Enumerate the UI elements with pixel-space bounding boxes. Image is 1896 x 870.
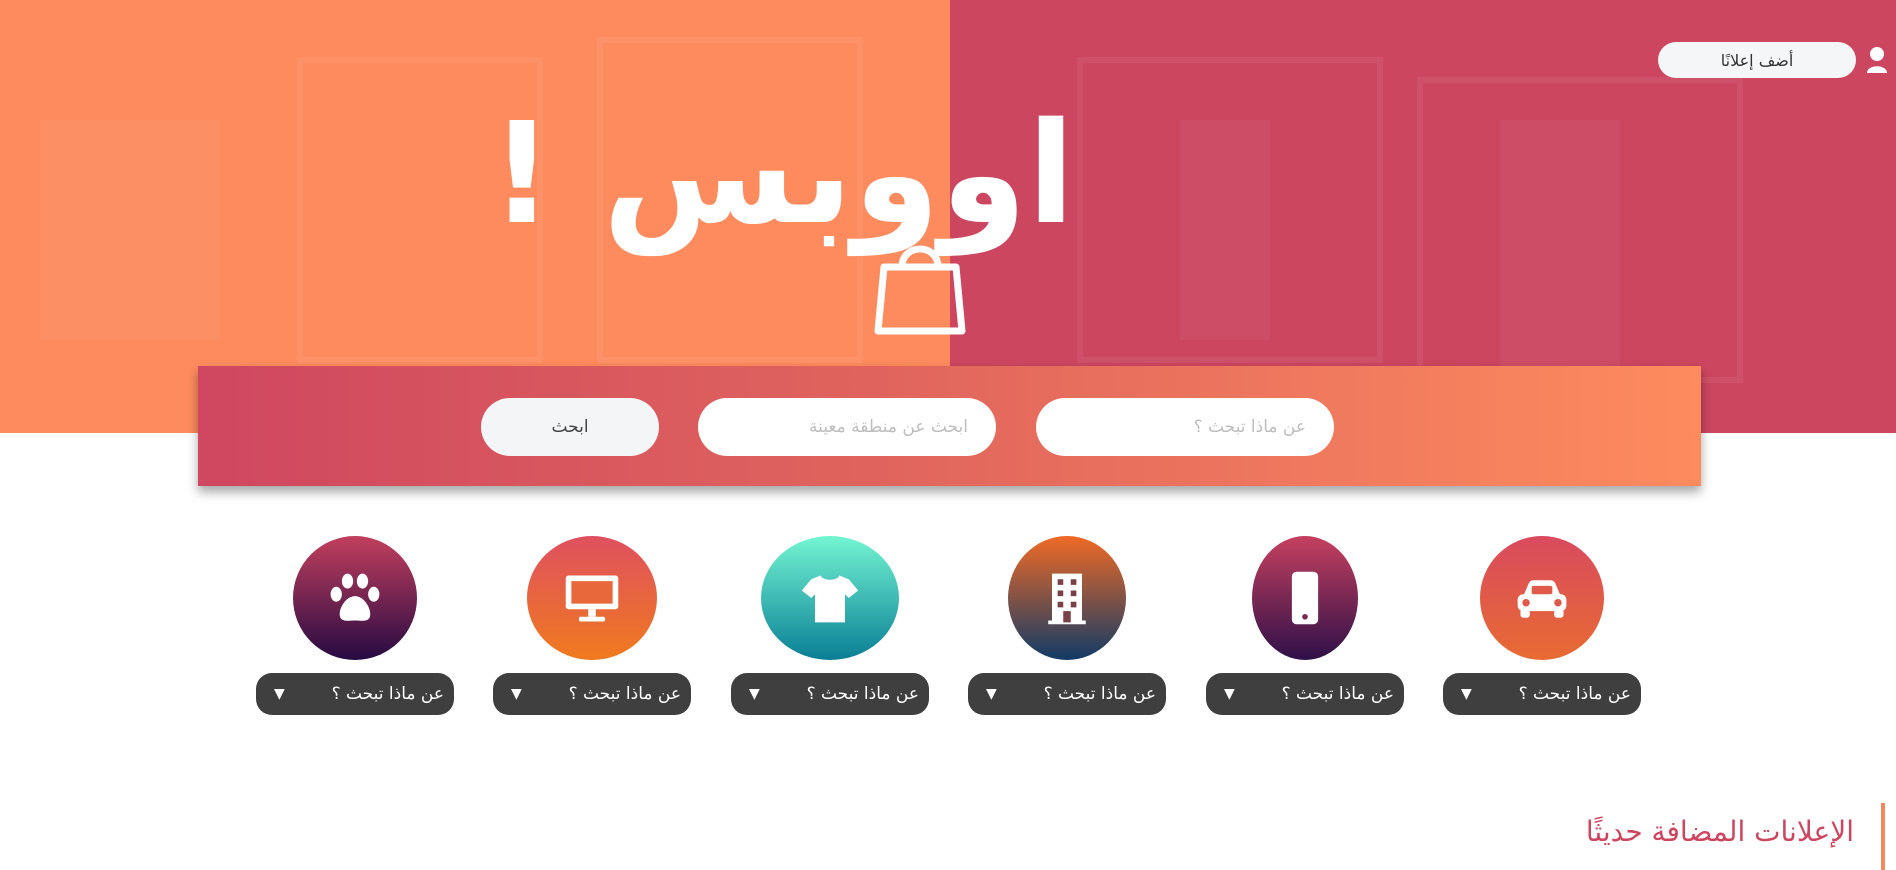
- tshirt-icon: [801, 575, 859, 623]
- chevron-down-icon: ▼: [511, 686, 522, 702]
- category-pets-circle[interactable]: [293, 536, 417, 660]
- paw-icon: [330, 573, 380, 621]
- search-area-input[interactable]: [698, 398, 996, 456]
- category-mobiles-circle[interactable]: [1252, 536, 1358, 660]
- category-dropdown[interactable]: عن ماذا تبحث ؟ ▼: [968, 673, 1166, 715]
- category-mobiles: عن ماذا تبحث ؟ ▼: [1206, 536, 1404, 716]
- category-dropdown-label: عن ماذا تبحث ؟: [806, 684, 919, 704]
- category-dropdown[interactable]: عن ماذا تبحث ؟ ▼: [493, 673, 691, 715]
- top-bar: أضف إعلانًا: [1658, 40, 1896, 80]
- search-panel: ابحث: [198, 366, 1701, 486]
- logo-text: اووبس !: [489, 93, 1075, 256]
- chevron-down-icon: ▼: [749, 686, 760, 702]
- site-logo[interactable]: اووبس !: [490, 90, 1090, 340]
- category-dropdown[interactable]: عن ماذا تبحث ؟ ▼: [1206, 673, 1404, 715]
- car-icon: [1517, 580, 1567, 618]
- chevron-down-icon: ▼: [986, 686, 997, 702]
- building-icon: [1048, 573, 1086, 625]
- category-electronics: عن ماذا تبحث ؟ ▼: [493, 536, 691, 716]
- category-dropdown-label: عن ماذا تبحث ؟: [1281, 684, 1394, 704]
- recent-ads-heading: الإعلانات المضافة حديثًا: [1585, 815, 1854, 848]
- category-dropdown[interactable]: عن ماذا تبحث ؟ ▼: [256, 673, 454, 715]
- category-pets: عن ماذا تبحث ؟ ▼: [256, 536, 454, 716]
- category-dropdown[interactable]: عن ماذا تبحث ؟ ▼: [731, 673, 929, 715]
- category-cars-circle[interactable]: [1480, 536, 1604, 660]
- category-dropdown-label: عن ماذا تبحث ؟: [331, 684, 444, 704]
- chevron-down-icon: ▼: [1461, 686, 1472, 702]
- search-button[interactable]: ابحث: [481, 398, 659, 456]
- mobile-phone-icon: [1291, 571, 1319, 625]
- categories-row: عن ماذا تبحث ؟ ▼ عن ماذا تبحث ؟ ▼ عن ماذ…: [0, 536, 1896, 736]
- user-icon[interactable]: [1866, 46, 1888, 74]
- category-cars: عن ماذا تبحث ؟ ▼: [1443, 536, 1641, 716]
- search-what-input[interactable]: [1036, 398, 1334, 456]
- chevron-down-icon: ▼: [274, 686, 285, 702]
- category-dropdown[interactable]: عن ماذا تبحث ؟ ▼: [1443, 673, 1641, 715]
- category-dropdown-label: عن ماذا تبحث ؟: [1518, 684, 1631, 704]
- category-electronics-circle[interactable]: [527, 536, 657, 660]
- section-accent-bar: [1881, 803, 1885, 870]
- shopping-bag-icon: [874, 245, 966, 335]
- chevron-down-icon: ▼: [1224, 686, 1235, 702]
- add-ad-button[interactable]: أضف إعلانًا: [1658, 42, 1856, 78]
- desktop-monitor-icon: [565, 575, 619, 622]
- category-real-estate: عن ماذا تبحث ؟ ▼: [968, 536, 1166, 716]
- category-real-estate-circle[interactable]: [1008, 536, 1126, 660]
- category-clothes: عن ماذا تبحث ؟ ▼: [731, 536, 929, 716]
- category-dropdown-label: عن ماذا تبحث ؟: [1043, 684, 1156, 704]
- category-clothes-circle[interactable]: [761, 536, 899, 660]
- category-dropdown-label: عن ماذا تبحث ؟: [568, 684, 681, 704]
